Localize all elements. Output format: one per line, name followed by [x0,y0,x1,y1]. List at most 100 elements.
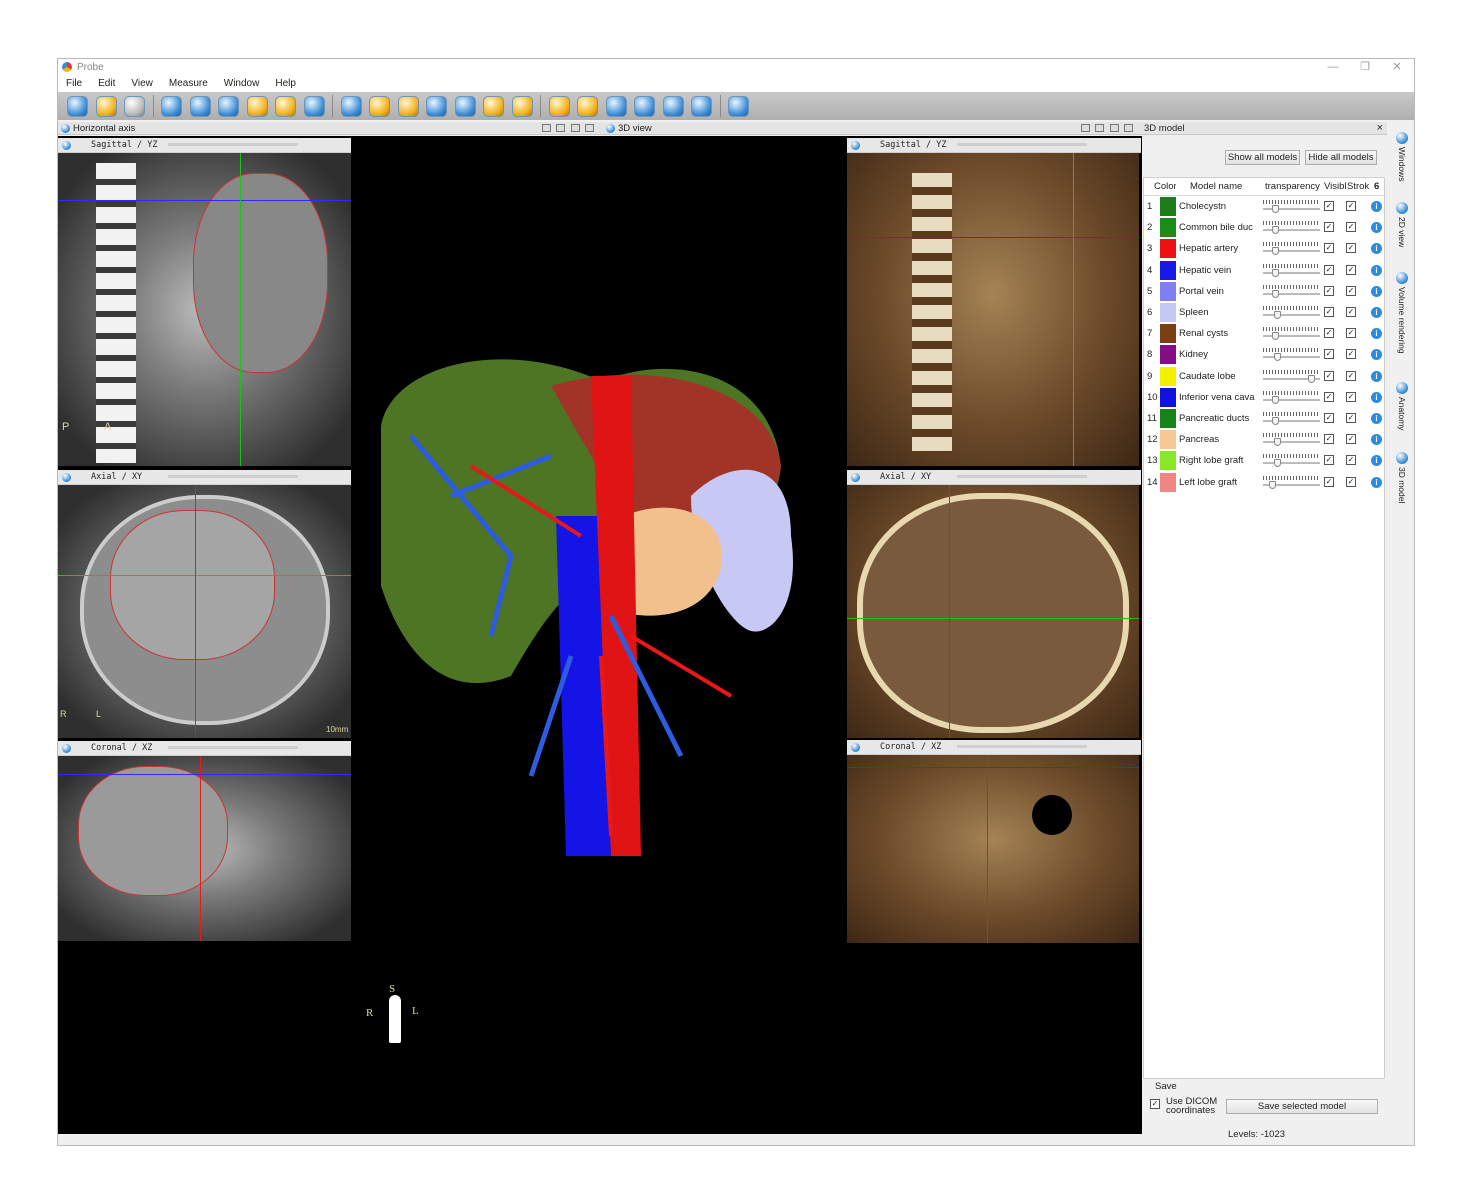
transparency-slider[interactable] [1263,327,1320,341]
info-icon[interactable]: i [1371,370,1382,382]
slice-slider[interactable] [957,143,1087,146]
maximize-button[interactable]: ❐ [1350,59,1380,75]
info-icon[interactable]: i [1371,455,1382,467]
visible-checkbox[interactable]: ✓ [1324,264,1334,275]
model-color-swatch[interactable] [1160,197,1176,216]
transparency-slider[interactable] [1263,242,1320,256]
info-icon[interactable]: i [1371,285,1382,297]
visible-checkbox[interactable]: ✓ [1324,413,1334,423]
model-color-swatch[interactable] [1160,324,1176,344]
transparency-slider[interactable] [1263,263,1320,277]
minimize-button[interactable]: — [1318,59,1348,75]
visible-checkbox[interactable]: ✓ [1324,391,1334,402]
menu-window[interactable]: Window [224,78,260,89]
panel-link-icon[interactable] [1095,124,1104,132]
info-icon[interactable]: i [1371,201,1382,212]
model-color-swatch[interactable] [1160,218,1176,238]
model-row[interactable]: 2 Common bile duc ✓ ✓ i [1144,217,1384,238]
model-color-swatch[interactable] [1160,281,1176,301]
menu-help[interactable]: Help [275,78,296,89]
stroke-checkbox[interactable]: ✓ [1346,307,1356,317]
model-row[interactable]: 11 Pancreatic ducts ✓ ✓ i [1144,408,1384,429]
measure-angle-icon[interactable] [577,95,598,117]
bulb-icon[interactable] [246,95,268,117]
visible-checkbox[interactable]: ✓ [1324,349,1334,360]
slice-slider[interactable] [168,746,298,749]
visible-checkbox[interactable]: ✓ [1324,328,1334,339]
info-icon[interactable]: i [1371,264,1382,276]
right-axial-view[interactable] [847,485,1139,738]
panel-camera-icon[interactable] [1081,124,1090,132]
model-row[interactable]: 7 Renal cysts ✓ ✓ i [1144,323,1384,344]
stroke-checkbox[interactable]: ✓ [1346,243,1356,254]
model-row[interactable]: 4 Hepatic vein ✓ ✓ i [1144,260,1384,281]
reset-icon[interactable] [511,95,533,117]
palette-icon[interactable] [275,95,296,117]
col-visible[interactable]: Visible [1324,178,1346,196]
left-coronal-view[interactable] [58,756,351,941]
model-color-swatch[interactable] [1160,387,1176,407]
slice-slider[interactable] [957,745,1087,748]
tab-anatomy[interactable]: Anatomy [1392,382,1412,431]
ruler-icon[interactable] [605,95,627,117]
visible-checkbox[interactable]: ✓ [1324,243,1334,254]
stroke-checkbox[interactable]: ✓ [1346,222,1356,233]
right-coronal-view[interactable] [847,755,1139,943]
stroke-checkbox[interactable]: ✓ [1346,328,1356,339]
transparency-slider[interactable] [1263,454,1320,468]
model-color-swatch[interactable] [1160,239,1176,259]
tab-volume-rendering[interactable]: Volume rendering [1392,272,1412,354]
visible-checkbox[interactable]: ✓ [1324,434,1334,445]
slice-slider[interactable] [168,475,298,478]
slices-icon[interactable] [218,95,239,117]
info-icon[interactable]: i [1371,328,1382,340]
transparency-slider[interactable] [1263,306,1320,319]
model-row[interactable]: 1 Cholecystn ✓ ✓ i [1144,196,1384,217]
menu-file[interactable]: File [66,78,82,89]
col-color[interactable]: Color [1154,178,1176,196]
model-row[interactable]: 5 Portal vein ✓ ✓ i [1144,281,1384,302]
move-icon[interactable] [369,95,390,117]
contrast-icon[interactable] [303,95,325,117]
menu-edit[interactable]: Edit [98,78,115,89]
tab-2d-view[interactable]: 2D view [1392,202,1412,247]
model-row[interactable]: 10 Inferior vena cava ✓ ✓ i [1144,387,1384,408]
stroke-checkbox[interactable]: ✓ [1346,349,1356,360]
measure-line-icon[interactable] [548,95,570,117]
col-transparency[interactable]: transparency [1265,178,1323,196]
left-axial-view[interactable]: R L 10mm [58,485,351,738]
info-icon[interactable]: i [1371,476,1382,488]
caliper-icon[interactable] [634,95,655,117]
area-icon[interactable] [662,95,684,117]
visible-checkbox[interactable]: ✓ [1324,222,1334,233]
volume-icon[interactable] [691,95,712,117]
save-selected-model-button[interactable]: Save selected model [1226,1099,1378,1114]
visible-checkbox[interactable]: ✓ [1324,476,1334,487]
stroke-checkbox[interactable]: ✓ [1346,264,1356,275]
model-color-swatch[interactable] [1160,472,1176,492]
zoom-icon[interactable] [426,95,447,117]
panel-link-icon[interactable] [556,124,565,132]
stroke-checkbox[interactable]: ✓ [1346,201,1356,211]
model-color-swatch[interactable] [1160,430,1176,450]
3d-model-render[interactable]: R L [351,136,845,936]
col-name[interactable]: Model name [1190,178,1260,196]
slice-slider[interactable] [168,143,298,146]
info-icon[interactable]: i [1371,413,1382,424]
pan-icon[interactable] [340,95,362,117]
hide-all-models-button[interactable]: Hide all models [1305,150,1377,165]
model-row[interactable]: 3 Hepatic artery ✓ ✓ i [1144,238,1384,259]
show-all-models-button[interactable]: Show all models [1225,150,1300,165]
tab-windows[interactable]: Windows [1392,132,1412,181]
model-color-swatch[interactable] [1160,260,1176,280]
model-color-swatch[interactable] [1160,303,1176,322]
panel-restore-icon[interactable] [571,124,580,132]
stroke-checkbox[interactable]: ✓ [1346,434,1356,445]
left-sagittal-view[interactable]: P A [58,153,351,466]
stroke-checkbox[interactable]: ✓ [1346,391,1356,402]
info-icon[interactable]: i [1371,307,1382,318]
panel-maximize-icon[interactable] [1124,124,1133,132]
model-row[interactable]: 13 Right lobe graft ✓ ✓ i [1144,450,1384,471]
slice-slider[interactable] [957,475,1087,478]
info-icon[interactable]: i [1371,222,1382,234]
